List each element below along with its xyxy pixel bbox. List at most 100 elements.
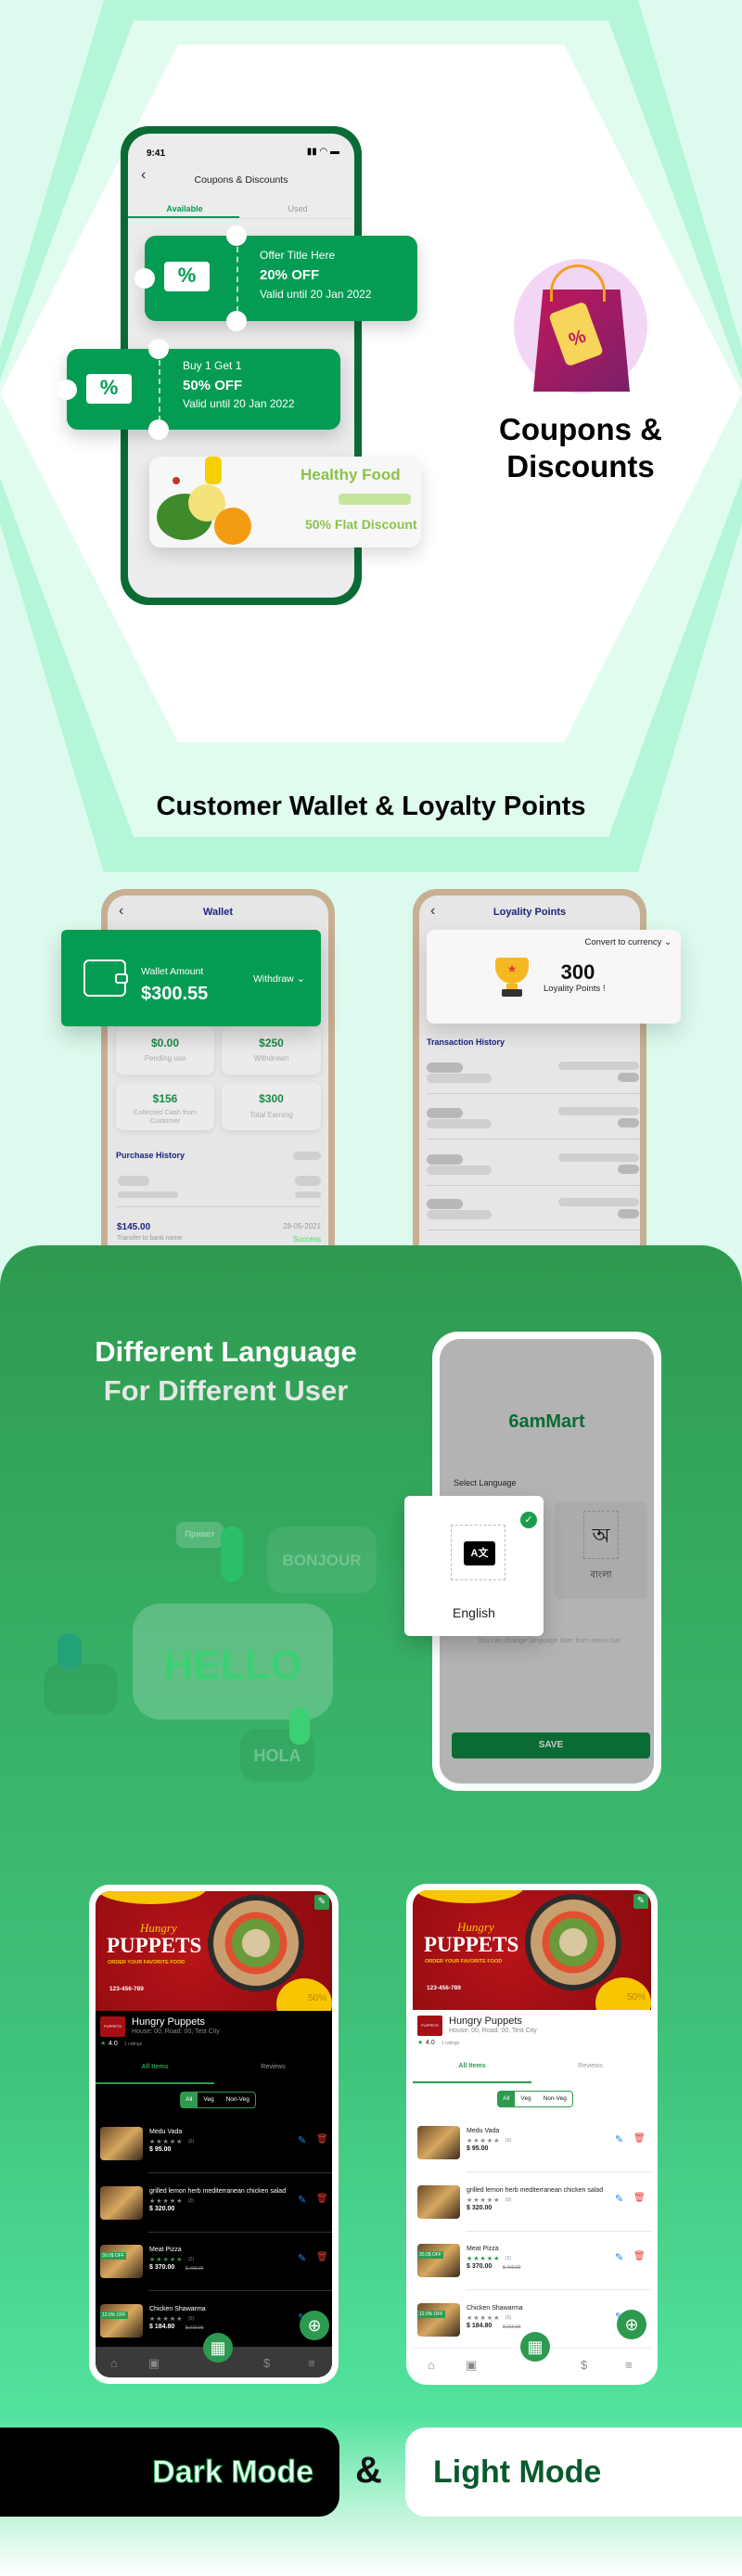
coupon-percent-icon: % xyxy=(86,374,132,404)
filter-all[interactable]: All xyxy=(181,2093,198,2107)
save-button[interactable]: SAVE xyxy=(452,1732,650,1758)
list-item[interactable]: grilled lemon herb mediterranean chicken… xyxy=(413,2184,651,2221)
rating-count: 1 ratings xyxy=(441,2041,460,2046)
list-item[interactable]: 30.0$ OFF Meat Pizza ★★★★★ (2) $ 370.00 … xyxy=(413,2244,651,2279)
convert-currency-dropdown[interactable]: Convert to currency ⌄ xyxy=(584,937,672,947)
pepper-image xyxy=(214,508,251,545)
veg-filter: All Veg Non-Veg xyxy=(180,2092,256,2108)
feature-title: Discounts xyxy=(506,449,655,483)
change-language-hint: You can change language later from menu … xyxy=(478,1636,620,1644)
withdraw-button[interactable]: Withdraw ⌄ xyxy=(253,972,305,985)
delete-icon[interactable]: 🗑 xyxy=(316,2194,328,2204)
delete-icon[interactable]: 🗑 xyxy=(633,2251,646,2261)
edit-icon[interactable]: ✎ xyxy=(298,2252,306,2264)
filter-all[interactable]: All xyxy=(498,2092,515,2106)
light-mode-phone: Hungry PUPPETS ORDER YOUR FAVORITE FOOD … xyxy=(406,1884,658,2385)
rating-stars: ★★★★★ xyxy=(467,2256,501,2262)
menu-icon[interactable]: ≡ xyxy=(625,2358,633,2372)
item-name: Chicken Shawarma xyxy=(149,2305,206,2312)
menu-icon[interactable]: ≡ xyxy=(308,2356,315,2370)
delete-icon[interactable]: 🗑 xyxy=(633,2133,646,2144)
orders-bag-icon[interactable]: ▣ xyxy=(466,2358,477,2373)
filter-non-veg[interactable]: Non-Veg xyxy=(221,2093,256,2107)
orders-bag-icon[interactable]: ▣ xyxy=(148,2356,160,2371)
delete-icon[interactable]: 🗑 xyxy=(316,2252,328,2262)
item-image: 12.0% OFF xyxy=(100,2303,143,2338)
coupon-card[interactable]: % Offer Title Here 20% OFF Valid until 2… xyxy=(134,225,417,331)
skeleton xyxy=(618,1118,639,1127)
food-plate-image xyxy=(525,1894,621,1990)
review-count: (0) xyxy=(188,2315,195,2322)
skeleton xyxy=(427,1154,463,1165)
ticket-notch xyxy=(148,419,169,440)
add-item-button[interactable]: ⊕ xyxy=(300,2311,329,2340)
item-image: 12.0% OFF xyxy=(417,2302,460,2337)
tab-all-items[interactable]: All Items xyxy=(413,2063,531,2069)
discount-badge: 12.0% OFF xyxy=(417,2310,445,2318)
item-price: $ 95.00 xyxy=(149,2146,172,2153)
edit-icon[interactable]: ✎ xyxy=(298,2134,306,2146)
rating-stars: ★★★★★ xyxy=(149,2197,184,2205)
list-item[interactable]: Medu Vada ★★★★★ (0) $ 95.00 ✎ 🗑 xyxy=(96,2127,332,2162)
translate-icon: A文 xyxy=(464,1541,495,1565)
skeleton xyxy=(618,1165,639,1174)
list-item[interactable]: 30.0$ OFF Meat Pizza ★★★★★ (2) $ 370.00 … xyxy=(96,2245,332,2280)
tab-used[interactable]: Used xyxy=(241,204,354,213)
tab-available[interactable]: Available xyxy=(128,204,241,213)
list-item[interactable]: grilled lemon herb mediterranean chicken… xyxy=(96,2185,332,2222)
language-option-bangla[interactable]: অ বাংলা xyxy=(555,1501,647,1599)
filter-non-veg[interactable]: Non-Veg xyxy=(538,2092,573,2106)
home-icon[interactable]: ⌂ xyxy=(428,2358,435,2372)
skeleton xyxy=(427,1210,492,1219)
divider xyxy=(427,1093,640,1094)
edit-icon[interactable]: ✎ xyxy=(615,2133,623,2145)
promo-banner[interactable]: Healthy Food 50% Flat Discount xyxy=(149,457,421,547)
store-screen: Hungry PUPPETS ORDER YOUR FAVORITE FOOD … xyxy=(96,1891,332,2377)
edit-icon[interactable]: ✎ xyxy=(298,2194,306,2206)
edit-banner-icon[interactable]: ✎ xyxy=(633,1894,648,1909)
home-icon[interactable]: ⌂ xyxy=(110,2356,118,2370)
filter-veg[interactable]: Veg xyxy=(515,2092,538,2106)
banner-phone: 123-456-789 xyxy=(109,1986,144,1992)
tab-reviews[interactable]: Reviews xyxy=(531,2063,649,2069)
bonjour-text: BONJOUR xyxy=(282,1552,362,1569)
edit-banner-icon[interactable]: ✎ xyxy=(314,1895,329,1910)
tab-reviews[interactable]: Reviews xyxy=(214,2064,332,2070)
divider xyxy=(148,2290,332,2291)
convert-label: Convert to currency xyxy=(584,937,662,947)
earnings-dollar-icon[interactable]: $ xyxy=(263,2356,270,2370)
review-count: (2) xyxy=(505,2256,512,2261)
earnings-dollar-icon[interactable]: $ xyxy=(581,2358,587,2372)
edit-icon[interactable]: ✎ xyxy=(615,2193,623,2205)
store-name: Hungry Puppets xyxy=(449,2016,522,2027)
trophy-base xyxy=(502,989,522,997)
coupon-title: Buy 1 Get 1 xyxy=(183,359,242,372)
wallet-section-heading: Customer Wallet & Loyalty Points xyxy=(156,792,586,821)
store-icon-button[interactable]: ▦ xyxy=(520,2332,550,2362)
person-figure xyxy=(289,1707,310,1745)
promo-offer: 50% Flat Discount xyxy=(305,517,417,532)
delete-icon[interactable]: 🗑 xyxy=(633,2193,646,2203)
bottle-image xyxy=(205,457,222,484)
chevron-down-icon: ⌄ xyxy=(296,973,305,985)
skeleton xyxy=(427,1199,463,1209)
list-item[interactable]: Medu Vada ★★★★★ (0) $ 95.00 ✎ 🗑 xyxy=(413,2126,651,2161)
stat-card: $0.00 Pending use xyxy=(116,1027,214,1075)
skeleton xyxy=(558,1153,639,1162)
feature-title: Coupons & xyxy=(499,412,662,446)
ticket-notch xyxy=(134,268,155,289)
store-address: House: 00, Road: 00, Test City xyxy=(132,2029,220,2035)
divider xyxy=(466,2230,651,2232)
coupon-card[interactable]: % Buy 1 Get 1 50% OFF Valid until 20 Jan… xyxy=(57,339,340,440)
add-item-button[interactable]: ⊕ xyxy=(617,2310,646,2339)
store-icon-button[interactable]: ▦ xyxy=(203,2333,233,2363)
language-option-english[interactable]: ✓ A文 English xyxy=(404,1496,544,1636)
item-image xyxy=(100,2127,143,2160)
item-price: $ 370.00 xyxy=(149,2264,175,2271)
delete-icon[interactable]: 🗑 xyxy=(316,2134,328,2145)
tab-all-items[interactable]: All Items xyxy=(96,2064,214,2070)
skeleton xyxy=(558,1107,639,1115)
star-icon: ★ xyxy=(417,2040,424,2046)
filter-veg[interactable]: Veg xyxy=(198,2093,221,2107)
edit-icon[interactable]: ✎ xyxy=(615,2251,623,2263)
